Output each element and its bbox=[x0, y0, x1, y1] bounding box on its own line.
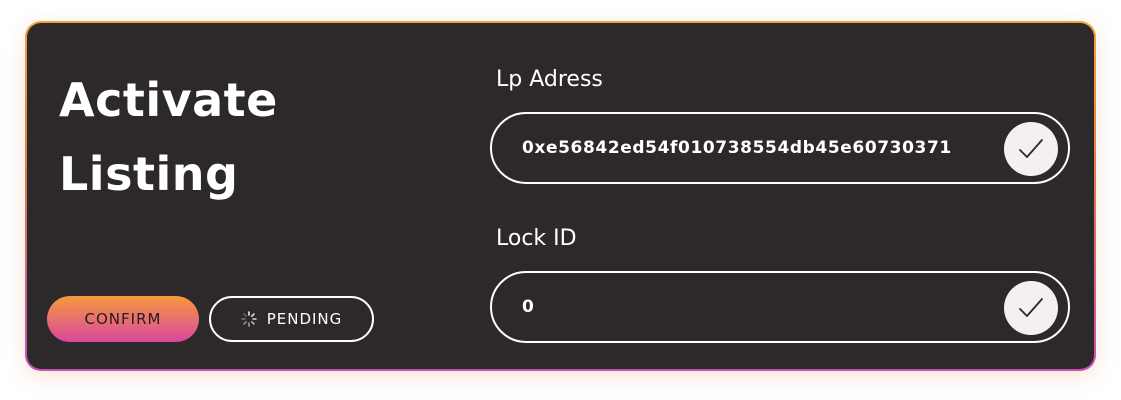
activate-listing-card-border: Activate Listing CONFIRM PENDING Lp Adre… bbox=[25, 21, 1096, 371]
pending-button-label: PENDING bbox=[266, 310, 343, 328]
activate-listing-card: Activate Listing CONFIRM PENDING Lp Adre… bbox=[27, 23, 1094, 369]
confirm-button[interactable]: CONFIRM bbox=[47, 296, 199, 342]
lock-id-field[interactable]: 0 bbox=[490, 271, 1070, 343]
card-title: Activate Listing bbox=[59, 63, 278, 211]
confirm-button-label: CONFIRM bbox=[84, 310, 162, 328]
lock-id-value[interactable]: 0 bbox=[522, 273, 534, 341]
pending-button[interactable]: PENDING bbox=[209, 296, 374, 342]
lp-address-field[interactable]: 0xe56842ed54f010738554db45e60730371 bbox=[490, 112, 1070, 184]
lock-id-label: Lock ID bbox=[496, 226, 577, 251]
spinner-icon bbox=[240, 311, 257, 327]
lp-address-label: Lp Adress bbox=[496, 67, 603, 92]
lp-address-value[interactable]: 0xe56842ed54f010738554db45e60730371 bbox=[522, 114, 952, 182]
check-icon bbox=[1019, 298, 1043, 317]
lock-id-check-button[interactable] bbox=[1004, 281, 1058, 335]
check-icon bbox=[1019, 139, 1043, 158]
lp-address-check-button[interactable] bbox=[1004, 122, 1058, 176]
card-title-line-2: Listing bbox=[59, 147, 239, 201]
card-title-line-1: Activate bbox=[59, 73, 278, 127]
